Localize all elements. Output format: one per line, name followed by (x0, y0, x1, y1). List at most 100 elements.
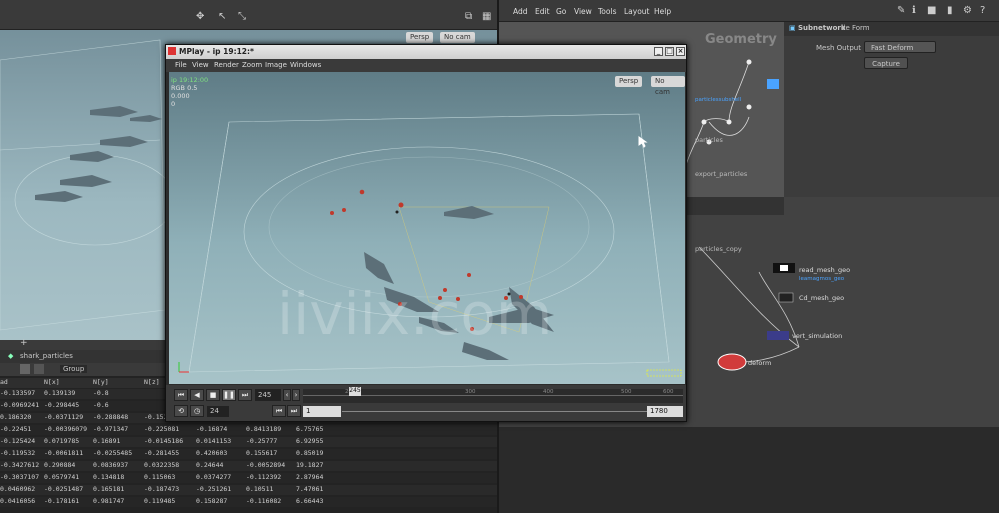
node-label-vert-sim[interactable]: vert_simulation (792, 332, 842, 340)
select-tool-icon[interactable]: ✥ (196, 11, 204, 22)
table-cell[interactable]: -0.22451 (0, 425, 31, 435)
step-forward-button[interactable]: › (292, 389, 300, 401)
rotate-tool-icon[interactable]: ⤡ (238, 11, 246, 22)
menu-layout[interactable]: Layout (624, 7, 650, 16)
menu-go[interactable]: Go (556, 7, 566, 16)
table-cell[interactable]: -0.281455 (144, 449, 179, 459)
table-cell[interactable]: 0.158287 (196, 497, 227, 507)
column-header[interactable]: ad (0, 378, 8, 388)
menu-help[interactable]: Help (654, 7, 671, 16)
menu-view[interactable]: View (574, 7, 592, 16)
table-cell[interactable]: 0.420603 (196, 449, 227, 459)
table-cell[interactable]: 0.0836937 (93, 461, 128, 471)
loop-mode-button[interactable]: ⟲ (174, 405, 188, 417)
menu-edit[interactable]: Edit (535, 7, 550, 16)
table-cell[interactable]: -0.116082 (246, 497, 281, 507)
table-cell[interactable]: -0.6 (93, 401, 109, 411)
table-cell[interactable]: 0.0416056 (0, 497, 35, 507)
table-cell[interactable]: 0.85019 (296, 449, 323, 459)
mplay-menu-zoom[interactable]: Zoom (242, 61, 262, 69)
help-icon[interactable]: ? (980, 5, 985, 16)
table-cell[interactable]: 0.0719785 (44, 437, 79, 447)
table-cell[interactable]: -0.8 (93, 389, 109, 399)
timeline-playhead[interactable]: 245 (349, 387, 361, 396)
range-slider[interactable] (342, 411, 647, 412)
table-cell[interactable]: -0.298445 (44, 401, 79, 411)
stop-button[interactable]: ■ (206, 389, 220, 401)
table-cell[interactable]: 6.66443 (296, 497, 323, 507)
table-cell[interactable]: 0.981747 (93, 497, 124, 507)
node-label-cd-mesh[interactable]: Cd_mesh_geo (799, 294, 844, 302)
mplay-menu-render[interactable]: Render (214, 61, 239, 69)
mplay-menu-view[interactable]: View (192, 61, 209, 69)
range-end-button[interactable]: ⏭ (287, 405, 301, 417)
table-cell[interactable]: -0.112392 (246, 473, 281, 483)
node-label-read-mesh[interactable]: read_mesh_geo (799, 266, 850, 274)
table-cell[interactable]: 0.0322358 (144, 461, 179, 471)
range-start-button[interactable]: ⏮ (272, 405, 286, 417)
table-cell[interactable]: -0.119532 (0, 449, 35, 459)
table-cell[interactable]: -0.125424 (0, 437, 35, 447)
table-cell[interactable]: -0.0969241 (0, 401, 39, 411)
column-header[interactable]: N[x] (44, 378, 60, 388)
table-cell[interactable]: 0.155617 (246, 449, 277, 459)
snap-icon[interactable]: ⧉ (465, 11, 472, 22)
add-tab-icon[interactable]: + (20, 338, 28, 348)
table-cell[interactable]: 0.24644 (196, 461, 223, 471)
table-cell[interactable]: 0.10511 (246, 485, 273, 495)
table-cell[interactable]: 6.75765 (296, 425, 323, 435)
menu-tools[interactable]: Tools (598, 7, 616, 16)
table-cell[interactable]: 0.165181 (93, 485, 124, 495)
timeline-slider[interactable]: 200 245 300 400 500 600 (303, 387, 683, 403)
move-tool-icon[interactable]: ↖ (218, 11, 226, 22)
table-cell[interactable]: -0.0251487 (44, 485, 83, 495)
table-cell[interactable]: -0.0052894 (246, 461, 285, 471)
play-reverse-button[interactable]: ◀ (190, 389, 204, 401)
realtime-toggle-button[interactable]: ◷ (190, 405, 204, 417)
param-node-name[interactable]: de Form (841, 24, 870, 32)
mplay-menu-file[interactable]: File (175, 61, 187, 69)
range-start-field[interactable]: 1 (303, 406, 341, 417)
mplay-menu-image[interactable]: Image (265, 61, 287, 69)
table-cell[interactable]: 0.186320 (0, 413, 31, 423)
display-options-icon[interactable]: ▦ (482, 11, 491, 22)
table-cell[interactable]: 0.0579741 (44, 473, 79, 483)
current-frame-field[interactable]: 245 (255, 389, 281, 401)
table-cell[interactable]: 0.139139 (44, 389, 75, 399)
table-cell[interactable]: 0.0141153 (196, 437, 231, 447)
table-cell[interactable]: -0.251261 (196, 485, 231, 495)
group-filter-field[interactable]: Group (60, 365, 88, 373)
table-cell[interactable]: 6.92955 (296, 437, 323, 447)
table-cell[interactable]: 0.134818 (93, 473, 124, 483)
table-cell[interactable]: 0.115063 (144, 473, 175, 483)
node-label-particles-copy[interactable]: particles_copy (695, 245, 742, 253)
node-sub-1[interactable]: particles (695, 136, 723, 144)
stop-icon[interactable]: ▮ (947, 5, 953, 16)
table-cell[interactable]: -0.0255485 (93, 449, 132, 459)
column-header[interactable]: N[y] (93, 378, 109, 388)
table-cell[interactable]: 0.16891 (93, 437, 120, 447)
table-cell[interactable]: 0.119485 (144, 497, 175, 507)
table-cell[interactable]: 0.0374277 (196, 473, 231, 483)
table-cell[interactable]: -0.225081 (144, 425, 179, 435)
table-cell[interactable]: 0.290884 (44, 461, 75, 471)
table-cell[interactable]: -0.0145186 (144, 437, 183, 447)
table-cell[interactable]: -0.16874 (196, 425, 227, 435)
table-cell[interactable]: -0.0061811 (44, 449, 83, 459)
points-mode-icon[interactable] (20, 364, 30, 374)
node-sub-read-mesh[interactable]: leamagmos_geo (799, 276, 844, 282)
first-frame-button[interactable]: ⏮ (174, 389, 188, 401)
table-cell[interactable]: -0.288848 (93, 413, 128, 423)
vertices-mode-icon[interactable] (34, 364, 44, 374)
node-sub-0[interactable]: particlessubshell (695, 97, 741, 103)
table-cell[interactable]: 2.87964 (296, 473, 323, 483)
table-cell[interactable]: -0.971347 (93, 425, 128, 435)
square-icon[interactable]: ■ (927, 5, 936, 16)
mplay-titlebar[interactable]: MPlay - ip 19:12:* _ □ × (166, 45, 686, 59)
table-cell[interactable]: 7.47061 (296, 485, 323, 495)
table-cell[interactable]: -0.178161 (44, 497, 79, 507)
capture-button[interactable]: Capture (864, 57, 908, 69)
table-cell[interactable]: -0.0371129 (44, 413, 83, 423)
mplay-menu-windows[interactable]: Windows (290, 61, 321, 69)
menu-add[interactable]: Add (513, 7, 528, 16)
